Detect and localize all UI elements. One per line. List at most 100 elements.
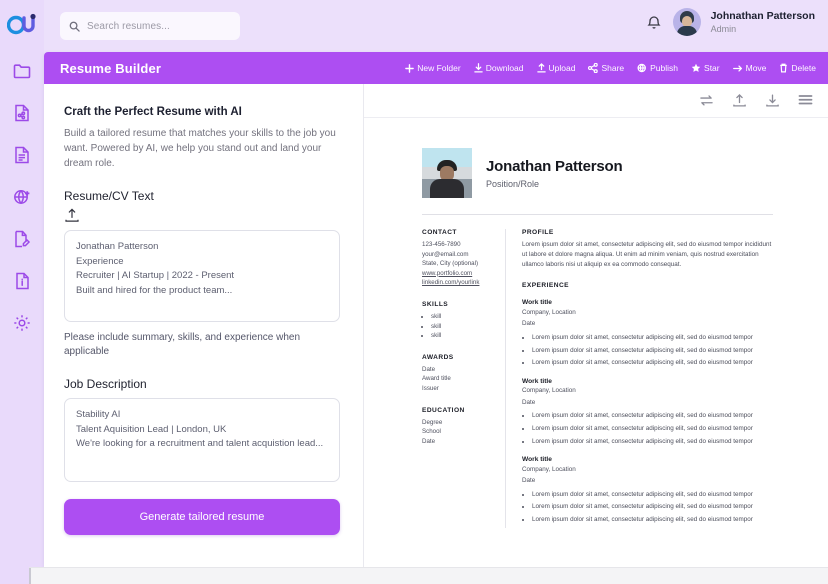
education-date: Date (422, 437, 436, 445)
list-item: Lorem ipsum dolor sit amet, consectetur … (532, 515, 773, 525)
window-toolbar: New Folder Download Upload Share Publish (405, 63, 816, 73)
list-item: skill (431, 312, 495, 322)
contact-portfolio[interactable]: www.portfolio.com (422, 269, 495, 279)
award-date: Date (422, 365, 436, 373)
notification-bell-icon[interactable] (645, 12, 663, 32)
upload-button[interactable]: Upload (536, 63, 576, 73)
move-button[interactable]: Move (732, 63, 766, 73)
resume-text-input[interactable]: Jonathan Patterson Experience Recruiter … (64, 230, 340, 322)
upload-icon[interactable] (731, 93, 747, 109)
resume-columns: CONTACT 123-456-7890 your@email.com Stat… (422, 229, 773, 528)
profile-heading: PROFILE (522, 229, 554, 236)
search-placeholder: Search resumes... (87, 20, 170, 32)
upload-label: Upload (548, 63, 576, 73)
delete-label: Delete (791, 63, 816, 73)
contact-linkedin[interactable]: linkedin.com/yourlink (422, 278, 495, 288)
list-item: skill (431, 331, 495, 341)
upload-icon (536, 63, 546, 73)
contact-email: your@email.com (422, 250, 469, 258)
sidebar-item-info[interactable] (11, 270, 33, 292)
resume-header: Jonathan Patterson Position/Role (422, 148, 773, 198)
sidebar-item-edit[interactable] (11, 228, 33, 250)
download-icon[interactable] (764, 93, 780, 109)
menu-icon[interactable] (797, 93, 813, 109)
award-issuer: Issuer (422, 384, 439, 392)
sidebar-item-folders[interactable] (11, 60, 33, 82)
job-date: Date (522, 398, 536, 406)
list-item: Lorem ipsum dolor sit amet, consectetur … (532, 502, 773, 512)
resume-left-column: CONTACT 123-456-7890 your@email.com Stat… (422, 229, 506, 528)
resume-divider (422, 214, 773, 215)
user-block[interactable]: Johnathan Patterson Admin (645, 8, 815, 36)
user-info: Johnathan Patterson Admin (711, 10, 815, 35)
publish-label: Publish (650, 63, 679, 73)
resume-hint: Please include summary, skills, and expe… (64, 332, 301, 357)
list-item: Lorem ipsum dolor sit amet, consectetur … (532, 490, 773, 500)
window-header: Resume Builder New Folder Download Uploa… (44, 52, 828, 84)
gear-icon[interactable] (11, 312, 33, 334)
user-role: Admin (710, 23, 737, 34)
list-item: skill (431, 322, 495, 332)
list-item: Lorem ipsum dolor sit amet, consectetur … (532, 424, 773, 434)
job-title: Work title (522, 299, 552, 307)
education-school: School (422, 428, 441, 436)
app-root: Search resumes... Johnathan Patterson Ad… (0, 0, 828, 584)
resume-text-label: Resume/CV Text (64, 189, 154, 203)
trash-icon (780, 63, 788, 73)
list-item: Lorem ipsum dolor sit amet, consectetur … (532, 358, 773, 368)
form-heading: Craft the Perfect Resume with AI (64, 106, 242, 118)
cu-logo[interactable] (6, 10, 38, 40)
publish-icon (637, 63, 647, 73)
move-icon (732, 64, 742, 72)
generate-tailored-resume-button[interactable]: Generate tailored resume (64, 499, 340, 535)
publish-button[interactable]: Publish (637, 63, 678, 73)
skills-heading: SKILLS (422, 300, 449, 308)
experience-heading: EXPERIENCE (522, 282, 570, 290)
awards-heading: AWARDS (422, 353, 454, 361)
delete-button[interactable]: Delete (779, 63, 816, 73)
resume-photo (422, 148, 472, 198)
skills-list: skill skill skill (422, 312, 495, 341)
window-body: Craft the Perfect Resume with AI Build a… (44, 84, 828, 567)
star-button[interactable]: Star (691, 63, 720, 73)
contact-heading: CONTACT (422, 229, 457, 236)
star-label: Star (704, 63, 720, 73)
form-subheading: Build a tailored resume that matches you… (64, 128, 336, 169)
share-label: Share (601, 63, 625, 73)
list-item: Lorem ipsum dolor sit amet, consectetur … (532, 346, 773, 356)
resume-document: Jonathan Patterson Position/Role CONTACT… (364, 118, 828, 528)
scroll-corner (0, 567, 29, 584)
resume-role: Position/Role (486, 178, 540, 189)
resume-preview-pane: Jonathan Patterson Position/Role CONTACT… (364, 84, 828, 567)
plus-icon (405, 63, 415, 73)
education-degree: Degree (422, 418, 443, 426)
experience-item: Work title Company, Location Date Lorem … (522, 456, 773, 524)
contact-location: State, City (optional) (422, 260, 479, 268)
experience-item: Work title Company, Location Date Lorem … (522, 378, 773, 446)
job-date: Date (522, 320, 536, 328)
job-description-input[interactable]: Stability AI Talent Aquisition Lead | Lo… (64, 398, 340, 482)
download-label: Download (485, 63, 524, 73)
search-input[interactable]: Search resumes... (60, 12, 240, 40)
award-title: Award title (422, 375, 451, 383)
sidebar-item-documents[interactable] (11, 144, 33, 166)
horizontal-scrollbar[interactable] (29, 567, 828, 584)
preview-toolbar (364, 84, 828, 118)
profile-body: Lorem ipsum dolor sit amet, consectetur … (522, 241, 772, 268)
sidebar-item-network[interactable] (11, 186, 33, 208)
job-date: Date (522, 476, 536, 484)
swap-icon[interactable] (698, 93, 714, 109)
share-button[interactable]: Share (588, 63, 624, 73)
sidebar-item-shared[interactable] (11, 102, 33, 124)
user-name: Johnathan Patterson (710, 9, 815, 22)
job-title: Work title (522, 456, 552, 464)
new-folder-button[interactable]: New Folder (405, 63, 461, 73)
experience-item: Work title Company, Location Date Lorem … (522, 299, 773, 367)
builder-form-pane: Craft the Perfect Resume with AI Build a… (44, 84, 364, 567)
upload-resume-icon[interactable] (64, 208, 80, 223)
list-item: Lorem ipsum dolor sit amet, consectetur … (532, 437, 773, 447)
download-icon (473, 63, 483, 73)
download-button[interactable]: Download (473, 63, 524, 73)
avatar[interactable] (672, 8, 701, 36)
scrollbar-thumb[interactable] (29, 568, 31, 584)
